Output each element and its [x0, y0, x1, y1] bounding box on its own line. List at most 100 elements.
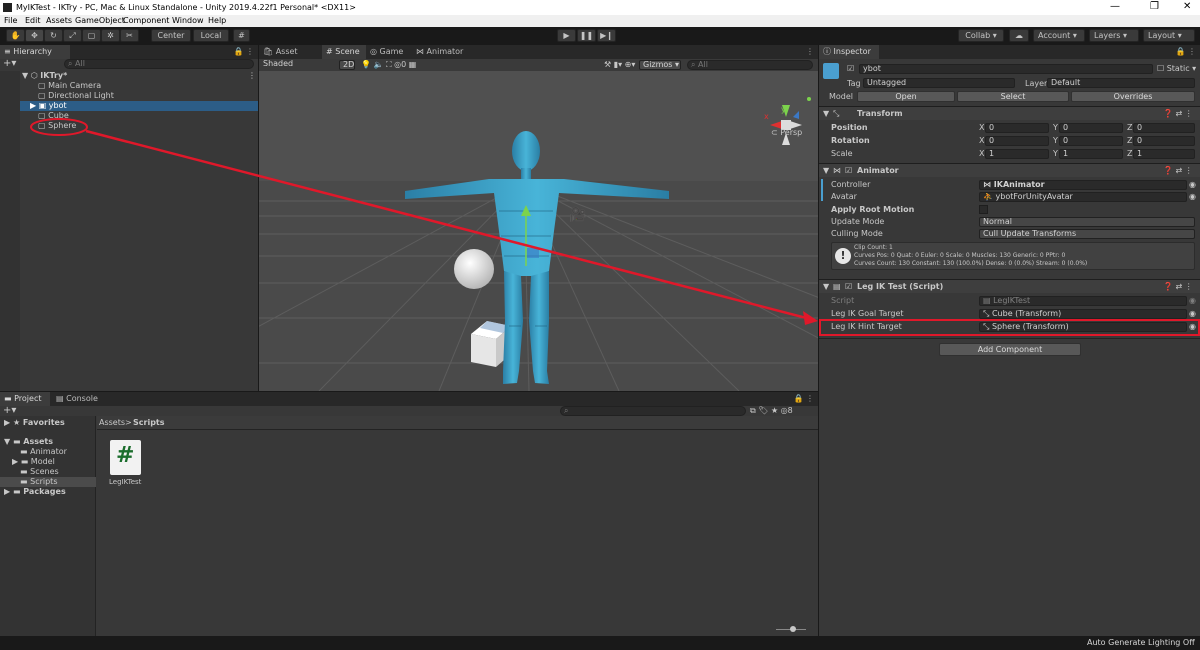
object-picker-icon[interactable]: ◉: [1189, 180, 1196, 190]
project-menu-icon[interactable]: 🔒 ⋮: [793, 394, 814, 403]
legik-enabled-checkbox[interactable]: ☑: [845, 282, 852, 292]
open-button[interactable]: Open: [857, 91, 955, 102]
mode-2d-button[interactable]: 2D: [339, 60, 355, 70]
favorites-item[interactable]: ▶ ★ Favorites: [4, 418, 65, 428]
hand-tool-icon[interactable]: ✋: [6, 29, 25, 42]
folder-scenes[interactable]: ▬ Scenes: [20, 467, 59, 477]
project-search-input[interactable]: ⌕: [560, 406, 746, 416]
rotation-y-field[interactable]: 0: [1059, 136, 1123, 146]
rotation-x-field[interactable]: 0: [985, 136, 1049, 146]
pause-button[interactable]: ❚❚: [577, 29, 596, 42]
breadcrumb-scripts[interactable]: Scripts: [133, 418, 165, 428]
add-component-button[interactable]: Add Component: [939, 343, 1081, 356]
sphere-object[interactable]: [454, 249, 494, 289]
folder-model[interactable]: ▶ ▬ Model: [12, 457, 55, 467]
layout-dropdown[interactable]: Layout ▾: [1143, 29, 1195, 42]
position-z-field[interactable]: 0: [1133, 123, 1195, 133]
foldout-icon[interactable]: ▼: [823, 109, 829, 119]
position-x-field[interactable]: 0: [985, 123, 1049, 133]
scale-tool-icon[interactable]: ⤢: [63, 29, 82, 42]
assets-folder[interactable]: ▼ ▬ Assets: [4, 437, 53, 447]
component-menu-icon[interactable]: ❓ ⇄ ⋮: [1163, 166, 1193, 176]
create-plus-icon[interactable]: +▾: [3, 59, 16, 69]
root-motion-checkbox[interactable]: [979, 205, 988, 214]
pivot-center-button[interactable]: Center: [151, 29, 191, 42]
scene-search-input[interactable]: ⌕ All: [687, 60, 813, 70]
active-checkbox[interactable]: ☑: [847, 64, 854, 74]
menu-edit[interactable]: Edit: [25, 16, 41, 25]
tab-scene[interactable]: # Scene: [322, 45, 366, 59]
tab-console[interactable]: ▤ Console: [52, 392, 102, 406]
step-button[interactable]: ▶❙: [597, 29, 616, 42]
menu-assets[interactable]: Assets: [46, 16, 72, 25]
packages-folder[interactable]: ▶ ▬ Packages: [4, 487, 66, 497]
component-menu-icon[interactable]: ❓ ⇄ ⋮: [1163, 109, 1193, 119]
transform-tool-icon[interactable]: ✲: [101, 29, 120, 42]
close-window-button[interactable]: ✕: [1183, 1, 1191, 12]
rect-tool-icon[interactable]: ▢: [82, 29, 101, 42]
persp-label[interactable]: ⊂ Persp: [771, 128, 802, 138]
move-gizmo-plane[interactable]: [527, 248, 539, 258]
legik-header[interactable]: ▼ ▤ ☑ Leg IK Test (Script) ❓ ⇄ ⋮: [819, 279, 1200, 293]
grid-snap-icon[interactable]: #: [233, 29, 250, 42]
panel-menu-icon[interactable]: 🔒 ⋮: [233, 47, 254, 56]
static-checkbox[interactable]: ☐ Static ▾: [1157, 64, 1196, 74]
lighting-icon[interactable]: 💡 🔈 ⛶ ◎0 ▦: [361, 60, 416, 70]
culling-mode-dropdown[interactable]: Cull Update Transforms: [979, 229, 1195, 239]
gizmos-dropdown[interactable]: Gizmos ▾: [639, 60, 681, 70]
tab-game[interactable]: ◎ Game: [366, 45, 410, 59]
animator-header[interactable]: ▼ ⋈ ☑ Animator ❓ ⇄ ⋮: [819, 163, 1200, 177]
tab-hierarchy[interactable]: ≡ Hierarchy: [0, 45, 70, 59]
animator-enabled-checkbox[interactable]: ☑: [845, 166, 852, 176]
scale-z-field[interactable]: 1: [1133, 149, 1195, 159]
csharp-script-icon[interactable]: #: [110, 440, 141, 475]
foldout-icon[interactable]: ▼: [823, 166, 829, 176]
transform-header[interactable]: ▼ ⤡ Transform ❓ ⇄ ⋮: [819, 106, 1200, 120]
hierarchy-item-ybot[interactable]: ▶ ▣ ybot: [30, 101, 67, 111]
tag-dropdown[interactable]: Untagged: [863, 78, 1015, 88]
rotation-z-field[interactable]: 0: [1133, 136, 1195, 146]
tools-icon[interactable]: ⚒ ▮▾ ⊕▾: [604, 60, 635, 70]
zoom-slider-thumb[interactable]: [790, 626, 796, 632]
hierarchy-search-input[interactable]: ⌕ All: [64, 59, 254, 69]
menu-window[interactable]: Window: [172, 16, 204, 25]
object-picker-icon[interactable]: ◉: [1189, 309, 1196, 319]
collab-button[interactable]: Collab ▾: [958, 29, 1004, 42]
minimize-button[interactable]: —: [1110, 1, 1120, 12]
rotate-tool-icon[interactable]: ↻: [44, 29, 63, 42]
hierarchy-item-cube[interactable]: ▢ Cube: [38, 111, 69, 121]
position-y-field[interactable]: 0: [1059, 123, 1123, 133]
scene-viewport[interactable]: 🎥: [259, 71, 818, 391]
component-menu-icon[interactable]: ❓ ⇄ ⋮: [1163, 282, 1193, 292]
inspector-menu-icon[interactable]: 🔒 ⋮: [1175, 47, 1196, 56]
menu-file[interactable]: File: [4, 16, 17, 25]
avatar-field[interactable]: ⛹ ybotForUnityAvatar: [979, 192, 1187, 202]
layer-dropdown[interactable]: Default: [1047, 78, 1195, 88]
tab-inspector[interactable]: ⓘ Inspector: [819, 45, 879, 59]
breadcrumb-assets[interactable]: Assets: [99, 418, 125, 428]
account-dropdown[interactable]: Account ▾: [1033, 29, 1085, 42]
menu-gameobject[interactable]: GameObject: [75, 16, 125, 25]
shading-dropdown[interactable]: Shaded: [260, 60, 338, 70]
update-mode-dropdown[interactable]: Normal: [979, 217, 1195, 227]
goal-target-field[interactable]: ⤡ Cube (Transform): [979, 309, 1187, 319]
scene-menu-icon[interactable]: ⋮: [248, 71, 256, 81]
play-button[interactable]: ▶: [557, 29, 576, 42]
tab-animator[interactable]: ⋈ Animator: [412, 45, 470, 59]
cloud-icon[interactable]: ☁: [1009, 29, 1029, 42]
object-name-field[interactable]: ybot: [859, 64, 1153, 74]
tab-project[interactable]: ▬ Project: [0, 392, 50, 406]
project-filter-icons[interactable]: ⧉ 🏷 ★ ◎8: [750, 406, 793, 416]
scale-y-field[interactable]: 1: [1059, 149, 1123, 159]
hierarchy-item-directional-light[interactable]: ▢ Directional Light: [38, 91, 114, 101]
move-tool-icon[interactable]: ✥: [25, 29, 44, 42]
asset-file-name[interactable]: LegIKTest: [109, 477, 141, 487]
select-button[interactable]: Select: [957, 91, 1069, 102]
scale-x-field[interactable]: 1: [985, 149, 1049, 159]
pivot-local-button[interactable]: Local: [193, 29, 229, 42]
project-create-plus-icon[interactable]: +▾: [3, 406, 16, 416]
scene-panel-menu-icon[interactable]: ⋮: [806, 47, 814, 56]
menu-help[interactable]: Help: [208, 16, 226, 25]
object-picker-icon[interactable]: ◉: [1189, 192, 1196, 202]
hierarchy-item-sphere[interactable]: ▢ Sphere: [38, 121, 76, 131]
